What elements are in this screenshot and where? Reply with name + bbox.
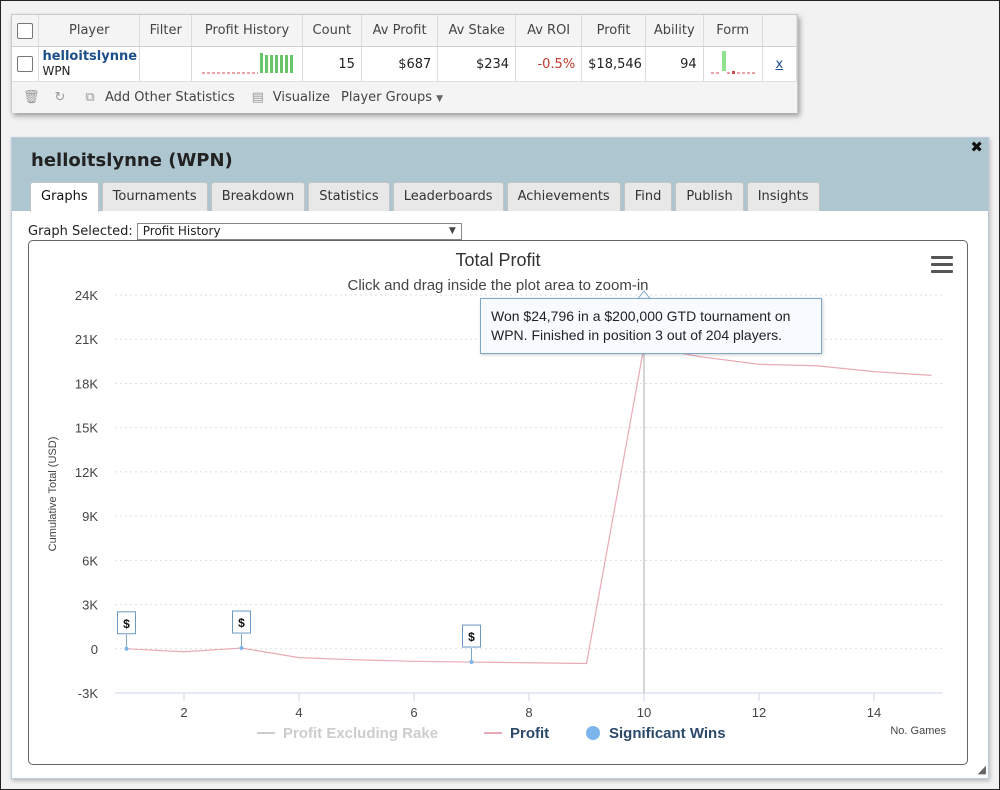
- tab-tournaments[interactable]: Tournaments: [101, 182, 208, 211]
- tab-insights[interactable]: Insights: [746, 182, 820, 211]
- profit-chart[interactable]: Total Profit Click and drag inside the pl…: [28, 240, 968, 765]
- table-row: helloitslynne WPN 15 $687 $234 -0.5% $18…: [12, 46, 798, 81]
- tab-leaderboards[interactable]: Leaderboards: [392, 182, 504, 211]
- count-value: 15: [302, 46, 362, 81]
- visualize-button[interactable]: Visualize: [273, 90, 330, 105]
- player-groups-dropdown[interactable]: Player Groups ▼: [341, 90, 443, 105]
- col-header-remove: [762, 15, 798, 47]
- graph-selected-label: Graph Selected:: [28, 224, 133, 239]
- col-header-player[interactable]: Player: [38, 15, 141, 47]
- profit-value: $18,546: [581, 46, 646, 81]
- y-tick-label: 18K: [75, 376, 98, 391]
- table-header-row: Player Filter Profit History Count Av Pr…: [12, 15, 798, 47]
- row-checkbox[interactable]: [12, 46, 40, 81]
- tab-find[interactable]: Find: [623, 182, 673, 211]
- legend-significant-wins-swatch: [586, 726, 600, 740]
- chart-subtitle: Click and drag inside the plot area to z…: [348, 277, 649, 294]
- col-header-profit[interactable]: Profit: [581, 15, 646, 47]
- add-other-statistics-button[interactable]: Add Other Statistics: [105, 90, 235, 105]
- tab-graphs[interactable]: Graphs: [30, 182, 99, 212]
- tab-statistics[interactable]: Statistics: [308, 182, 390, 211]
- significant-win-flag-label: $: [238, 616, 245, 630]
- panel-title: helloitslynne (WPN): [31, 150, 233, 171]
- player-detail-panel: helloitslynne (WPN) ✖ Graphs Tournaments…: [11, 137, 989, 779]
- col-header-av-stake[interactable]: Av Stake: [437, 15, 517, 47]
- col-header-count[interactable]: Count: [302, 15, 362, 47]
- x-tick-label: 12: [752, 705, 766, 720]
- y-tick-label: -3K: [78, 686, 99, 701]
- player-groups-label: Player Groups: [341, 90, 432, 105]
- tab-breakdown[interactable]: Breakdown: [210, 182, 306, 211]
- y-tick-label: 24K: [75, 288, 98, 303]
- caret-down-icon: ▼: [436, 94, 444, 104]
- player-network: WPN: [42, 64, 71, 78]
- close-icon[interactable]: ✖: [970, 138, 983, 156]
- add-stats-icon[interactable]: ⧉: [83, 90, 97, 105]
- y-tick-label: 21K: [75, 332, 98, 347]
- graph-selector-row: Graph Selected: Profit History ▼: [28, 223, 462, 240]
- col-header-ability[interactable]: Ability: [645, 15, 704, 47]
- select-all-checkbox[interactable]: [12, 15, 40, 47]
- x-tick-label: 10: [637, 705, 651, 720]
- significant-win-point: [469, 660, 474, 665]
- legend-profit: Profit: [510, 725, 549, 742]
- x-tick-label: 6: [410, 705, 417, 720]
- significant-win-flag-label: $: [468, 630, 475, 644]
- ability-value: 94: [645, 46, 704, 81]
- panel-header: helloitslynne (WPN) ✖ Graphs Tournaments…: [12, 138, 988, 212]
- tab-publish[interactable]: Publish: [675, 182, 744, 211]
- x-tick-label: 8: [525, 705, 532, 720]
- form-sparkline-svg: [710, 51, 755, 74]
- x-tick-label: 4: [295, 705, 302, 720]
- y-tick-label: 12K: [75, 465, 98, 480]
- y-tick-label: 0: [91, 642, 98, 657]
- significant-win-flag-label: $: [123, 617, 130, 631]
- remove-player-link[interactable]: x: [762, 46, 798, 81]
- tab-achievements[interactable]: Achievements: [506, 182, 621, 211]
- x-tick-label: 14: [867, 705, 881, 720]
- av-profit-value: $687: [361, 46, 439, 81]
- player-name-link[interactable]: helloitslynne: [42, 49, 137, 64]
- chart-title: Total Profit: [455, 250, 540, 270]
- player-stats-panel: Player Filter Profit History Count Av Pr…: [11, 14, 798, 113]
- refresh-icon[interactable]: ↻: [53, 90, 67, 105]
- stats-toolbar: 🗑 ↻ ⧉ Add Other Statistics ▤ Visualize P…: [12, 81, 797, 113]
- av-roi-value: -0.5%: [515, 46, 583, 81]
- y-tick-label: 15K: [75, 421, 98, 436]
- av-stake-value: $234: [437, 46, 517, 81]
- graph-select-dropdown[interactable]: Profit History ▼: [136, 223, 462, 240]
- visualize-icon[interactable]: ▤: [251, 90, 265, 105]
- y-tick-label: 6K: [82, 553, 98, 568]
- significant-win-point: [124, 646, 129, 651]
- filter-cell[interactable]: [139, 46, 193, 81]
- y-axis-title: Cumulative Total (USD): [47, 437, 59, 552]
- y-tick-label: 3K: [82, 598, 98, 613]
- col-header-profit-history[interactable]: Profit History: [191, 15, 303, 47]
- legend-profit-excl-rake: Profit Excluding Rake: [283, 725, 438, 742]
- tab-bar: Graphs Tournaments Breakdown Statistics …: [30, 182, 823, 212]
- x-axis-title: No. Games: [890, 725, 946, 737]
- col-header-form[interactable]: Form: [703, 15, 763, 47]
- form-sparkline: [703, 46, 763, 81]
- col-header-av-roi[interactable]: Av ROI: [515, 15, 583, 47]
- profit-history-sparkline-svg: [201, 53, 293, 74]
- chart-tooltip: Won $24,796 in a $200,000 GTD tournament…: [480, 298, 822, 354]
- resize-handle-icon[interactable]: ◢: [978, 763, 986, 776]
- y-tick-label: 9K: [82, 509, 98, 524]
- player-cell: helloitslynne WPN: [38, 46, 141, 81]
- dropdown-arrow-icon: ▼: [448, 226, 456, 236]
- x-tick-label: 2: [180, 705, 187, 720]
- significant-win-point: [239, 646, 244, 651]
- col-header-av-profit[interactable]: Av Profit: [361, 15, 439, 47]
- profit-history-sparkline: [191, 46, 303, 81]
- trash-icon[interactable]: 🗑: [23, 90, 40, 105]
- graph-select-value: Profit History: [142, 224, 221, 238]
- legend-significant-wins: Significant Wins: [609, 725, 726, 742]
- chart-menu-icon[interactable]: [931, 256, 953, 277]
- player-stats-table: Player Filter Profit History Count Av Pr…: [12, 15, 798, 81]
- col-header-filter[interactable]: Filter: [139, 15, 193, 47]
